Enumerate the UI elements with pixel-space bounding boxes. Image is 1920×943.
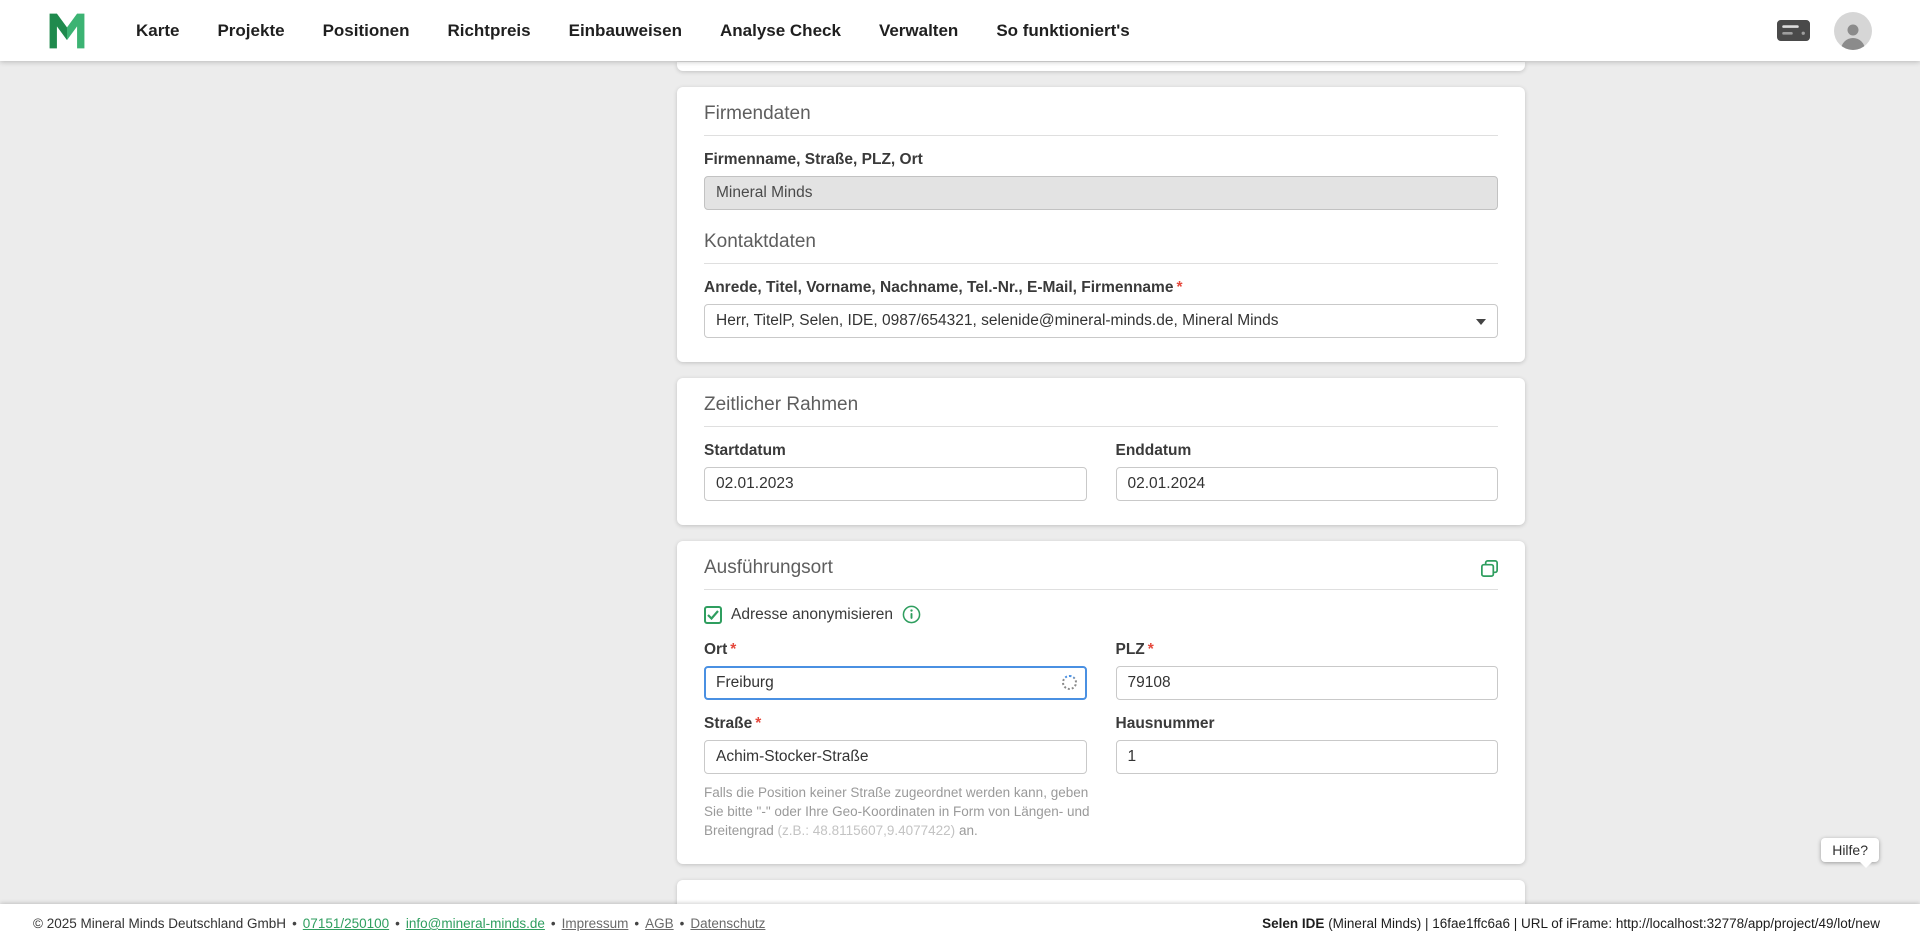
anonymize-checkbox[interactable] [704,606,722,624]
footer-agb-link[interactable]: AGB [645,916,674,931]
anonymize-label: Adresse anonymisieren [731,606,893,624]
hausnummer-label: Hausnummer [1116,715,1499,733]
footer-separator: • [395,916,400,931]
footer-impressum-link[interactable]: Impressum [562,916,629,931]
footer-email-link[interactable]: info@mineral-minds.de [406,916,545,931]
enddatum-label: Enddatum [1116,442,1499,460]
top-navbar: Karte Projekte Positionen Richtpreis Ein… [0,0,1920,61]
nav-item-projekte[interactable]: Projekte [217,21,284,41]
footer-separator: • [634,916,639,931]
contact-select-value: Herr, TitelP, Selen, IDE, 0987/654321, s… [716,312,1279,330]
plz-label: PLZ* [1116,641,1499,659]
copy-icon[interactable] [1479,558,1500,579]
ort-label: Ort* [704,641,1087,659]
location-card: Ausführungsort Adresse anonymisieren Ort… [677,541,1525,864]
anonymize-row: Adresse anonymisieren [704,605,1498,624]
nav-item-analyse-check[interactable]: Analyse Check [720,21,841,41]
company-field-label: Firmenname, Straße, PLZ, Ort [704,151,1498,169]
footer-debug-info: Selen IDE (Mineral Minds) | 16fae1ffc6a6… [1262,916,1880,931]
info-icon[interactable] [902,605,921,624]
nav-item-positionen[interactable]: Positionen [323,21,410,41]
section-title-kontaktdaten: Kontaktdaten [704,231,1498,264]
copyright-text: © 2025 Mineral Minds Deutschland GmbH [33,916,286,931]
nav-item-so-funktionierts[interactable]: So funktioniert's [996,21,1129,41]
form-column: Firmendaten Firmenname, Straße, PLZ, Ort… [677,61,1525,906]
footer-separator: • [292,916,297,931]
contact-select[interactable]: Herr, TitelP, Selen, IDE, 0987/654321, s… [704,304,1498,338]
footer-phone-link[interactable]: 07151/250100 [303,916,389,931]
footer-datenschutz-link[interactable]: Datenschutz [690,916,765,931]
contact-field-label: Anrede, Titel, Vorname, Nachname, Tel.-N… [704,279,1498,297]
navbar-right [1777,12,1872,50]
server-icon[interactable] [1777,20,1810,41]
nav-item-verwalten[interactable]: Verwalten [879,21,958,41]
timeframe-card: Zeitlicher Rahmen Startdatum Enddatum [677,378,1525,525]
geo-coordinates-example: (z.B.: 48.8115607,9.4077422) [778,823,956,838]
company-name-field[interactable] [704,176,1498,210]
card-partial-bottom [677,880,1525,906]
nav-item-einbauweisen[interactable]: Einbauweisen [569,21,682,41]
strasse-field[interactable] [704,740,1087,774]
help-button[interactable]: Hilfe? [1821,838,1879,862]
ort-field[interactable] [704,666,1087,700]
main-nav: Karte Projekte Positionen Richtpreis Ein… [136,21,1130,41]
section-title-firmendaten: Firmendaten [704,103,1498,136]
nav-item-karte[interactable]: Karte [136,21,179,41]
required-marker: * [1148,641,1154,658]
page-footer: © 2025 Mineral Minds Deutschland GmbH • … [0,904,1920,943]
user-avatar-icon[interactable] [1834,12,1872,50]
company-data-card: Firmendaten Firmenname, Straße, PLZ, Ort… [677,87,1525,362]
section-title-zeitlicher-rahmen: Zeitlicher Rahmen [704,394,1498,427]
loading-spinner-icon [1062,675,1077,690]
required-marker: * [730,641,736,658]
chevron-down-icon [1476,319,1486,325]
startdatum-field[interactable] [704,467,1087,501]
hausnummer-field[interactable] [1116,740,1499,774]
plz-field[interactable] [1116,666,1499,700]
footer-separator: • [551,916,556,931]
street-hint-text: Falls die Position keiner Straße zugeord… [704,783,1096,840]
enddatum-field[interactable] [1116,467,1499,501]
card-partial-top [677,62,1525,71]
footer-separator: • [680,916,685,931]
strasse-label: Straße* [704,715,1087,733]
section-title-ausfuehrungsort: Ausführungsort [704,557,1498,590]
startdatum-label: Startdatum [704,442,1087,460]
required-marker: * [1176,279,1182,296]
required-marker: * [755,715,761,732]
footer-left: © 2025 Mineral Minds Deutschland GmbH • … [33,916,765,931]
mineral-minds-logo-icon[interactable] [44,8,90,54]
nav-item-richtpreis[interactable]: Richtpreis [447,21,530,41]
